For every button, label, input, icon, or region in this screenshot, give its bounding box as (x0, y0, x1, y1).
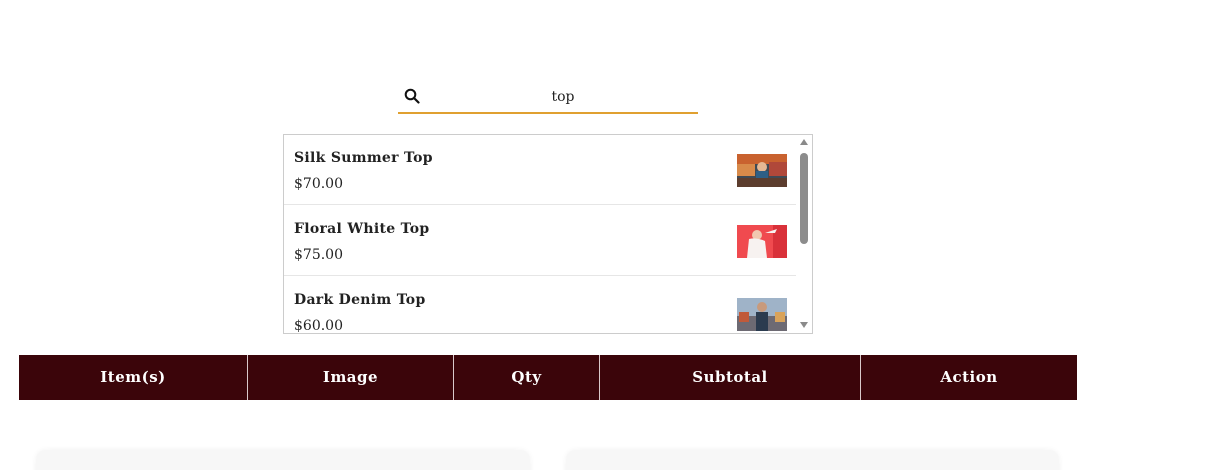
result-price: $75.00 (294, 247, 343, 263)
result-item-floral-white-top[interactable]: Floral White Top $75.00 (284, 206, 796, 276)
result-price: $60.00 (294, 318, 343, 334)
column-header-image: Image (248, 355, 454, 400)
column-header-action: Action (940, 368, 998, 386)
result-name: Floral White Top (294, 221, 430, 237)
result-name: Dark Denim Top (294, 292, 426, 308)
result-item-silk-summer-top[interactable]: Silk Summer Top $70.00 (284, 135, 796, 205)
search-results-dropdown[interactable]: Silk Summer Top $70.00 Floral White Top … (283, 134, 813, 334)
product-thumbnail (737, 298, 787, 331)
search-bar[interactable] (398, 84, 698, 114)
summary-card-left (36, 450, 530, 470)
column-header-subtotal: Subtotal (600, 355, 861, 400)
search-icon[interactable] (404, 88, 420, 104)
summary-card-right (566, 450, 1059, 470)
search-input[interactable] (428, 84, 698, 110)
scrollbar[interactable] (797, 135, 812, 333)
result-item-dark-denim-top[interactable]: Dark Denim Top $60.00 (284, 277, 796, 334)
page: Silk Summer Top $70.00 Floral White Top … (0, 0, 1215, 470)
cart-table-header: Item(s) Image Qty Subtotal Action (19, 355, 1077, 400)
column-header-items: Item(s) (19, 355, 248, 400)
column-header-qty: Qty (454, 355, 600, 400)
scroll-down-arrow-icon[interactable] (800, 322, 808, 328)
product-thumbnail (737, 154, 787, 187)
result-price: $70.00 (294, 176, 343, 192)
scroll-up-arrow-icon[interactable] (800, 139, 808, 145)
scrollbar-thumb[interactable] (800, 153, 808, 244)
product-thumbnail (737, 225, 787, 258)
result-name: Silk Summer Top (294, 150, 433, 166)
